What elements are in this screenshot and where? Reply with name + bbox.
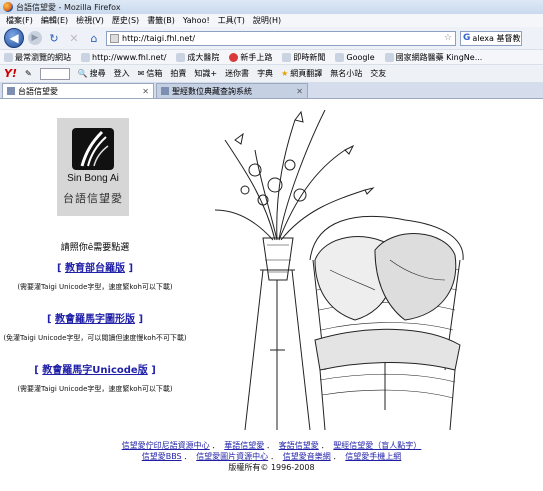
tab-bar: 台語信望愛 ✕ 聖經數位典藏查詢系統 ✕: [0, 82, 543, 99]
yahoo-auction-button[interactable]: 拍賣: [170, 68, 186, 79]
footer-link[interactable]: 信望愛BBS: [142, 452, 182, 461]
yahoo-knowledge-button[interactable]: 知識+: [194, 68, 217, 79]
tab-favicon-icon: [161, 87, 169, 95]
reload-icon[interactable]: ↻: [46, 30, 62, 46]
option-note: (需要灌Taigi Unicode字型，速度緊koh可以下載): [17, 385, 173, 393]
menu-view[interactable]: 檢視(V): [76, 15, 104, 26]
yahoo-translate-button[interactable]: ★ 網頁翻譯: [281, 68, 322, 79]
copyright: 版權所有© 1996-2008: [228, 463, 315, 472]
yahoo-toolbar: Y! ✎ 🔍 搜尋 登入 ✉ 信箱 拍賣 知識+ 迷你書 字典 ★ 網頁翻譯 無名小站…: [0, 64, 543, 82]
bookmark-item[interactable]: 即時新聞: [282, 52, 325, 63]
link-poj-unicode[interactable]: 教會羅馬字Unicode版: [42, 365, 147, 376]
yahoo-mail-button[interactable]: ✉ 信箱: [138, 68, 163, 79]
yahoo-search-button[interactable]: 🔍 搜尋: [78, 68, 106, 79]
window-title: 台語信望愛 - Mozilla Firefox: [16, 2, 121, 12]
bookmark-icon: [282, 52, 292, 62]
menu-file[interactable]: 檔案(F): [6, 15, 33, 26]
search-box[interactable]: G alexa 基督教: [460, 30, 522, 46]
url-bar[interactable]: http://taigi.fhl.net/ ☆: [106, 30, 456, 46]
link-moe-tailo[interactable]: 教育部台羅版: [65, 263, 125, 274]
page-content: Sin Bong Ai 台語信望愛 請照你ê需要點選 [ 教育部台羅版 ] (需…: [0, 100, 543, 491]
yahoo-mini-button[interactable]: 迷你書: [225, 68, 249, 79]
option-moe-tailo: [ 教育部台羅版 ]: [56, 263, 134, 274]
yahoo-dictionary-button[interactable]: 字典: [257, 68, 273, 79]
bookmark-item[interactable]: 最常瀏覽的網站: [4, 52, 71, 63]
footer-link[interactable]: 華語信望愛: [224, 441, 264, 450]
footer-link[interactable]: 信望愛音樂網: [283, 452, 331, 461]
yahoo-dating-button[interactable]: 交友: [370, 68, 386, 79]
menu-history[interactable]: 歷史(S): [112, 15, 139, 26]
tab-bible[interactable]: 聖經數位典藏查詢系統 ✕: [156, 83, 308, 98]
option-note: (需要灌Taigi Unicode字型，速度緊koh可以下載): [17, 283, 173, 291]
option-poj-image: [ 教會羅馬字圖形版 ]: [46, 314, 144, 325]
footer-link[interactable]: 信望愛佇印尼語資源中心: [122, 441, 210, 450]
bookmark-icon: [229, 52, 239, 62]
footer-links-row1: 信望愛佇印尼語資源中心． 華語信望愛． 客語信望愛． 聖經信望愛（盲人點字）: [121, 441, 422, 450]
footer-link[interactable]: 聖經信望愛（盲人點字）: [333, 441, 421, 450]
option-note: (免灌Taigi Unicode字型，可以閱讀但速度慢koh不可下載): [3, 334, 187, 342]
tab-taigi[interactable]: 台語信望愛 ✕: [2, 83, 154, 98]
firefox-icon: [3, 2, 13, 12]
footer-links-row2: 信望愛BBS ． 信望愛圖片資源中心． 信望愛音樂網． 信望愛手機上網: [141, 452, 402, 461]
bookmark-icon: [81, 52, 90, 62]
tab-favicon-icon: [7, 87, 15, 95]
menu-yahoo[interactable]: Yahoo!: [183, 16, 210, 25]
footer: 信望愛佇印尼語資源中心． 華語信望愛． 客語信望愛． 聖經信望愛（盲人點字） 信…: [0, 440, 543, 473]
search-icon: 🔍: [77, 69, 88, 78]
close-icon[interactable]: ✕: [142, 87, 149, 96]
menu-tools[interactable]: 工具(T): [218, 15, 245, 26]
logo-grass-icon: [72, 128, 114, 170]
bookmark-item[interactable]: 新手上路: [229, 52, 272, 63]
navigation-toolbar: ◀ ▶ ↻ ✕ ⌂ http://taigi.fhl.net/ ☆ G alex…: [0, 27, 543, 49]
close-icon[interactable]: ✕: [296, 87, 303, 96]
bookmark-icon: [384, 52, 394, 62]
url-text: http://taigi.fhl.net/: [122, 33, 196, 43]
bookmark-icon: [176, 52, 186, 62]
footer-link[interactable]: 客語信望愛: [279, 441, 319, 450]
google-icon: G: [463, 33, 471, 43]
logo-name: Sin Bong Ai: [67, 173, 119, 184]
version-options: 請照你ê需要點選 [ 教育部台羅版 ] (需要灌Taigi Unicode字型，…: [0, 240, 190, 394]
stop-icon[interactable]: ✕: [66, 30, 82, 46]
window-titlebar: 台語信望愛 - Mozilla Firefox: [0, 0, 543, 14]
menu-bookmarks[interactable]: 書籤(B): [147, 15, 175, 26]
bookmark-item[interactable]: Google: [335, 52, 375, 62]
selection-prompt: 請照你ê需要點選: [60, 243, 130, 253]
yahoo-login-button[interactable]: 登入: [114, 68, 130, 79]
home-icon[interactable]: ⌂: [86, 30, 102, 46]
mail-icon: ✉: [137, 69, 145, 78]
menu-help[interactable]: 說明(H): [253, 15, 281, 26]
page-favicon-icon: [110, 33, 119, 43]
menu-bar: 檔案(F) 編輯(E) 檢視(V) 歷史(S) 書籤(B) Yahoo! 工具(…: [0, 14, 543, 27]
footer-link[interactable]: 信望愛手機上網: [345, 452, 401, 461]
site-logo[interactable]: Sin Bong Ai 台語信望愛: [57, 118, 129, 216]
option-poj-unicode: [ 教會羅馬字Unicode版 ]: [34, 365, 156, 376]
bookmarks-toolbar: 最常瀏覽的網站 http://www.fhl.net/ 成大醫院 新手上路 即時…: [0, 49, 543, 64]
yahoo-search-input[interactable]: [39, 67, 70, 80]
bookmark-icon: [4, 52, 13, 62]
star-icon: ★: [281, 69, 289, 78]
yahoo-logo-icon[interactable]: Y!: [4, 67, 17, 80]
footer-link[interactable]: 信望愛圖片資源中心: [196, 452, 268, 461]
google-icon: [335, 52, 345, 62]
bookmark-item[interactable]: 成大醫院: [176, 52, 219, 63]
menu-edit[interactable]: 編輯(E): [41, 15, 68, 26]
bookmark-star-icon[interactable]: ☆: [444, 33, 452, 43]
bookmark-item[interactable]: 國家網路醫藥 KingNe...: [384, 52, 482, 63]
link-poj-image[interactable]: 教會羅馬字圖形版: [55, 314, 135, 325]
search-value: alexa 基督教: [472, 33, 521, 43]
logo-chinese: 台語信望愛: [63, 192, 123, 205]
pencil-icon[interactable]: ✎: [25, 69, 32, 78]
bookmark-item[interactable]: http://www.fhl.net/: [81, 52, 166, 62]
forward-button[interactable]: ▶: [28, 31, 42, 45]
yahoo-wretch-button[interactable]: 無名小站: [330, 68, 362, 79]
back-button[interactable]: ◀: [4, 28, 24, 48]
chair-flowers-sketch: [215, 110, 464, 430]
